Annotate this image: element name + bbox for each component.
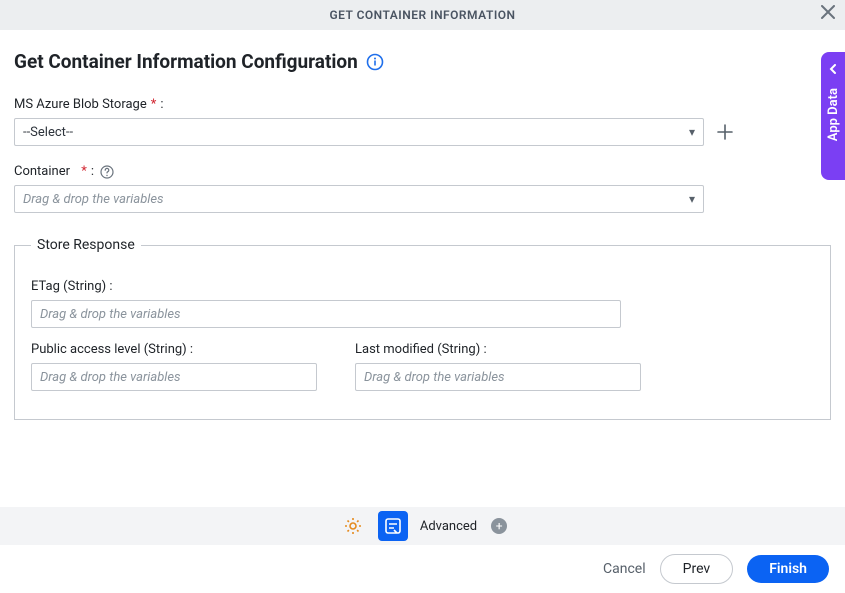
cancel-button[interactable]: Cancel (603, 561, 646, 577)
access-col: Public access level (String) : (31, 328, 329, 391)
access-label: Public access level (String) : (31, 342, 329, 357)
modified-input[interactable] (356, 364, 640, 390)
store-response-fieldset: Store Response ETag (String) : Public ac… (14, 237, 831, 420)
app-data-panel-toggle[interactable]: App Data (821, 52, 845, 180)
page-title-row: Get Container Information Configuration (0, 30, 845, 79)
footer: Cancel Prev Finish (0, 545, 845, 593)
access-input-wrap (31, 363, 317, 391)
access-input[interactable] (32, 364, 316, 390)
etag-input-wrap (31, 300, 621, 328)
store-response-legend: Store Response (31, 237, 141, 253)
info-icon[interactable] (366, 53, 384, 71)
dialog-title: GET CONTAINER INFORMATION (329, 8, 515, 22)
gear-icon[interactable] (338, 511, 368, 541)
modified-input-wrap (355, 363, 641, 391)
chevron-left-icon (828, 62, 838, 78)
modified-col: Last modified (String) : (355, 328, 653, 391)
etag-input[interactable] (32, 301, 620, 327)
etag-label: ETag (String) : (31, 279, 814, 294)
add-storage-button[interactable] (714, 121, 736, 143)
page-title: Get Container Information Configuration (14, 50, 358, 73)
app-data-label: App Data (826, 88, 841, 141)
azure-select[interactable]: --Select-- (14, 118, 704, 146)
form-area: MS Azure Blob Storage*: --Select-- Conta… (0, 97, 845, 420)
bottom-toolstrip: Advanced + (0, 507, 845, 545)
container-select[interactable] (14, 185, 704, 213)
container-label: Container * : (14, 164, 831, 179)
prev-button[interactable]: Prev (660, 554, 734, 584)
required-asterisk: * (81, 164, 87, 179)
azure-label: MS Azure Blob Storage*: (14, 97, 831, 112)
advanced-add-button[interactable]: + (491, 518, 507, 534)
required-asterisk: * (151, 97, 157, 112)
two-col-row: Public access level (String) : Last modi… (31, 328, 814, 391)
close-icon[interactable] (821, 4, 835, 24)
advanced-label: Advanced (420, 519, 477, 534)
container-input[interactable] (23, 186, 695, 212)
finish-button[interactable]: Finish (747, 555, 829, 583)
azure-row: --Select-- (14, 118, 831, 146)
help-icon[interactable] (100, 165, 114, 179)
container-row (14, 185, 831, 213)
modified-label: Last modified (String) : (355, 342, 653, 357)
view-mode-icon[interactable] (378, 511, 408, 541)
azure-selected-value: --Select-- (23, 125, 73, 140)
dialog-header: GET CONTAINER INFORMATION (0, 0, 845, 30)
